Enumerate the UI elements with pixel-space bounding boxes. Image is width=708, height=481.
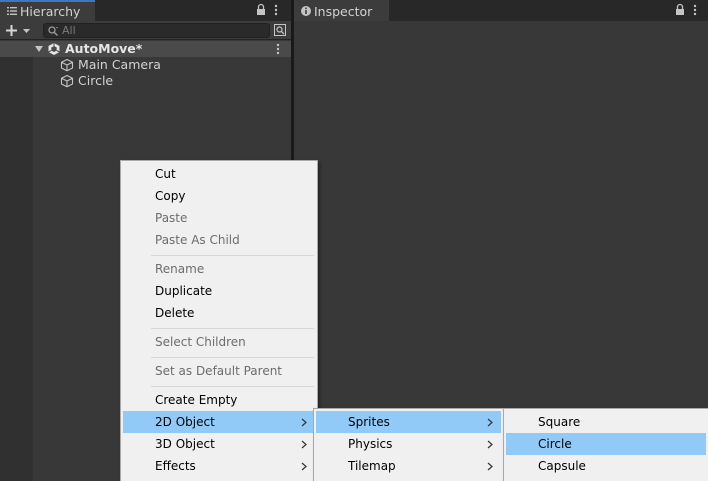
tab-hierarchy[interactable]: Hierarchy (0, 0, 95, 21)
scene-row[interactable]: AutoMove* (0, 41, 291, 57)
lock-icon[interactable] (674, 3, 686, 17)
menu-item-square[interactable]: Square (506, 411, 706, 433)
menu-item-cut[interactable]: Cut (123, 163, 315, 185)
menu-item-circle[interactable]: Circle (506, 433, 706, 455)
chevron-right-icon (487, 462, 493, 471)
menu-item-physics[interactable]: Physics (316, 433, 501, 455)
menu-item-label: 2D Object (155, 415, 215, 429)
hierarchy-gutter (0, 41, 33, 481)
tab-hierarchy-label: Hierarchy (20, 4, 81, 19)
context-menu: Cut Copy Paste Paste As Child Rename Dup… (120, 160, 318, 481)
menu-item-create-empty[interactable]: Create Empty (123, 389, 315, 411)
menu-item-label: Sprites (348, 415, 390, 429)
menu-item-paste[interactable]: Paste (123, 207, 315, 229)
tab-inspector-label: Inspector (314, 4, 373, 19)
menu-item-paste-as-child[interactable]: Paste As Child (123, 229, 315, 251)
list-icon (7, 7, 17, 15)
menu-item-3d-object[interactable]: 3D Object (123, 433, 315, 455)
menu-item-tilemap[interactable]: Tilemap (316, 455, 501, 477)
menu-separator (151, 357, 314, 358)
menu-item-copy[interactable]: Copy (123, 185, 315, 207)
hierarchy-item-main-camera[interactable]: Main Camera (33, 57, 291, 73)
chevron-right-icon (487, 418, 493, 427)
menu-item-sprites[interactable]: Sprites (316, 411, 501, 433)
gameobject-cube-icon (60, 74, 74, 88)
chevron-right-icon (301, 440, 307, 449)
chevron-right-icon (301, 418, 307, 427)
scene-name: AutoMove* (65, 41, 143, 56)
hierarchy-toolbar (0, 21, 291, 40)
kebab-menu-icon[interactable] (692, 3, 698, 17)
gameobject-cube-icon (60, 58, 74, 72)
search-icon (48, 26, 58, 36)
menu-item-label: Tilemap (348, 459, 396, 473)
menu-item-duplicate[interactable]: Duplicate (123, 280, 315, 302)
menu-item-delete[interactable]: Delete (123, 302, 315, 324)
search-input[interactable] (62, 23, 262, 38)
menu-item-set-default-parent[interactable]: Set as Default Parent (123, 360, 315, 382)
menu-item-capsule[interactable]: Capsule (506, 455, 706, 477)
hierarchy-item-circle[interactable]: Circle (33, 73, 291, 89)
search-field[interactable] (43, 23, 270, 38)
menu-item-rename[interactable]: Rename (123, 258, 315, 280)
submenu-sprites: Square Circle Capsule (503, 408, 708, 481)
chevron-down-icon[interactable] (35, 45, 43, 53)
menu-item-select-children[interactable]: Select Children (123, 331, 315, 353)
scene-filter-icon[interactable] (273, 23, 287, 37)
submenu-2d-object: Sprites Physics Tilemap (313, 408, 504, 481)
hierarchy-item-label: Circle (78, 73, 114, 88)
lock-icon[interactable] (255, 3, 267, 17)
menu-separator (151, 386, 314, 387)
inspector-tab-bar: Inspector (294, 0, 708, 21)
menu-item-label: 3D Object (155, 437, 215, 451)
menu-item-2d-object[interactable]: 2D Object (123, 411, 315, 433)
menu-item-label: Effects (155, 459, 196, 473)
hierarchy-item-label: Main Camera (78, 57, 161, 72)
scene-kebab-icon[interactable] (275, 42, 281, 56)
menu-item-label: Physics (348, 437, 393, 451)
chevron-right-icon (487, 440, 493, 449)
hierarchy-tab-bar: Hierarchy (0, 0, 291, 21)
menu-separator (151, 328, 314, 329)
unity-scene-icon (48, 43, 60, 55)
tab-inspector[interactable]: Inspector (294, 0, 389, 21)
menu-item-effects[interactable]: Effects (123, 455, 315, 477)
add-dropdown-icon[interactable] (4, 22, 34, 39)
info-icon (301, 6, 311, 16)
chevron-right-icon (301, 462, 307, 471)
menu-separator (151, 255, 314, 256)
kebab-menu-icon[interactable] (273, 3, 279, 17)
